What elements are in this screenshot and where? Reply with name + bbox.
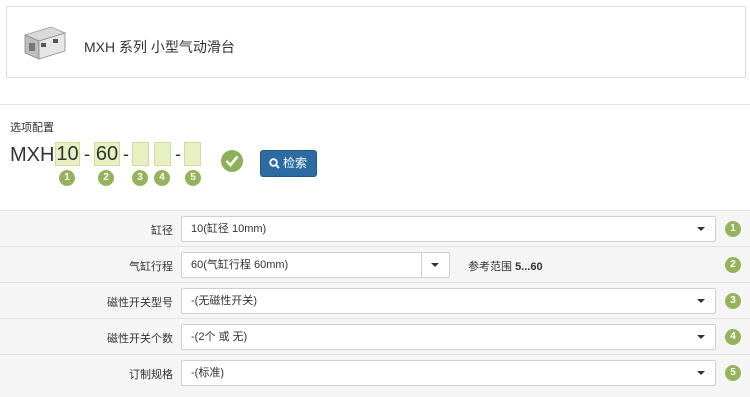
divider xyxy=(0,104,750,105)
row-badge-5: 5 xyxy=(725,365,741,381)
option-row-switch-count: 磁性开关个数 -(2个 或 无) 4 xyxy=(0,318,750,354)
code-dash: - xyxy=(84,144,90,164)
row-badge-4: 4 xyxy=(725,329,741,345)
search-button-label: 检索 xyxy=(283,156,308,170)
row-label: 缸径 xyxy=(151,225,173,237)
search-button[interactable]: 检索 xyxy=(260,150,317,177)
code-segment-1[interactable]: 10 xyxy=(55,142,80,166)
select-value: 10(缸径 10mm) xyxy=(191,223,267,235)
chevron-down-icon xyxy=(697,371,705,375)
select-value: -(无磁性开关) xyxy=(191,295,257,307)
segment-badge-5: 5 xyxy=(185,170,201,186)
row-badge-1: 1 xyxy=(725,221,741,237)
range-label: 参考范围 xyxy=(468,261,512,273)
bore-select[interactable]: 10(缸径 10mm) xyxy=(181,216,716,242)
row-label: 气缸行程 xyxy=(129,261,173,273)
code-segment-5[interactable] xyxy=(184,142,201,166)
row-badge-3: 3 xyxy=(725,293,741,309)
segment-badge-3: 3 xyxy=(132,170,148,186)
stroke-range: 参考范围 5...60 xyxy=(468,258,543,274)
option-row-switch-type: 磁性开关型号 -(无磁性开关) 3 xyxy=(0,282,750,318)
option-row-stroke: 气缸行程 60(气缸行程 60mm) 参考范围 5...60 2 xyxy=(0,246,750,282)
chevron-down-icon xyxy=(431,263,439,267)
product-header: MXH 系列 小型气动滑台 xyxy=(6,6,746,78)
code-segment-3[interactable] xyxy=(132,142,149,166)
search-icon xyxy=(269,158,280,169)
select-value: -(2个 或 无) xyxy=(191,331,248,343)
code-segment-2[interactable]: 60 xyxy=(94,142,120,166)
code-segment-4[interactable] xyxy=(154,142,171,166)
segment-badge-2: 2 xyxy=(98,170,114,186)
switch-count-select[interactable]: -(2个 或 无) xyxy=(181,324,716,350)
row-badge-2: 2 xyxy=(725,257,741,273)
model-code-prefix: MXH xyxy=(10,144,55,166)
product-title: MXH 系列 小型气动滑台 xyxy=(84,39,235,55)
row-label: 订制规格 xyxy=(129,369,173,381)
chevron-down-icon xyxy=(697,335,705,339)
custom-spec-select[interactable]: -(标准) xyxy=(181,360,716,386)
option-form: 缸径 10(缸径 10mm) 1 气缸行程 60(气缸行程 60mm) 参考范围… xyxy=(0,210,750,397)
segment-badge-4: 4 xyxy=(154,170,170,186)
range-value: 5...60 xyxy=(515,261,543,273)
code-dash: - xyxy=(123,144,129,164)
valid-check-icon xyxy=(221,150,243,172)
switch-type-select[interactable]: -(无磁性开关) xyxy=(181,288,716,314)
segment-badge-1: 1 xyxy=(59,170,75,186)
code-dash: - xyxy=(175,144,181,164)
row-label: 磁性开关型号 xyxy=(107,297,173,309)
config-section-label: 选项配置 xyxy=(10,122,54,134)
option-row-bore: 缸径 10(缸径 10mm) 1 xyxy=(0,210,750,246)
select-value: -(标准) xyxy=(191,367,224,379)
chevron-down-icon xyxy=(697,227,705,231)
option-row-custom-spec: 订制规格 -(标准) 5 xyxy=(0,354,750,397)
stroke-dropdown-button[interactable] xyxy=(421,252,450,278)
select-value: 60(气缸行程 60mm) xyxy=(191,259,289,271)
row-label: 磁性开关个数 xyxy=(107,333,173,345)
product-image xyxy=(21,21,67,63)
chevron-down-icon xyxy=(697,299,705,303)
stroke-combobox[interactable]: 60(气缸行程 60mm) xyxy=(181,252,422,278)
